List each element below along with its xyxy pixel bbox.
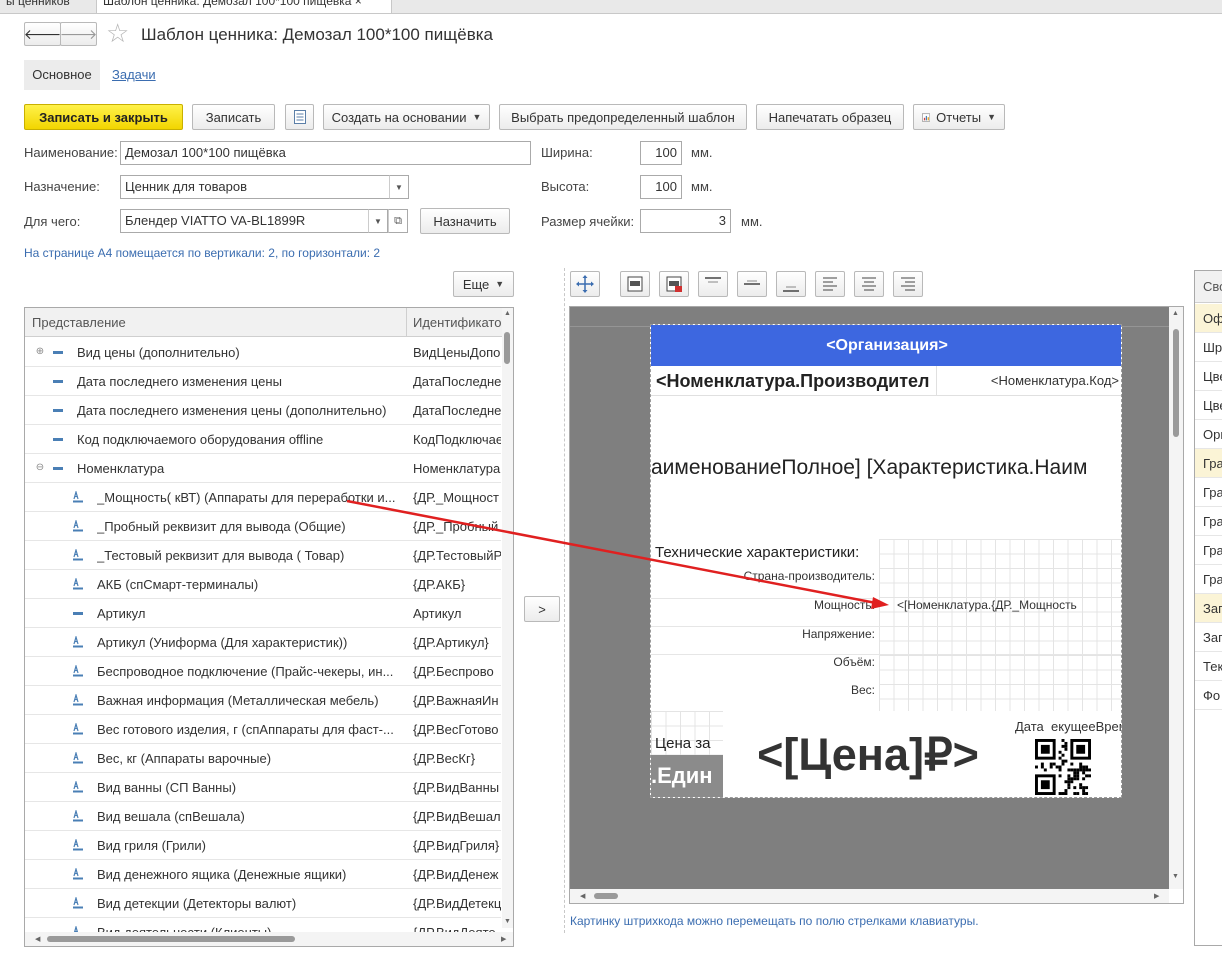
annotation-arrow bbox=[346, 499, 889, 609]
